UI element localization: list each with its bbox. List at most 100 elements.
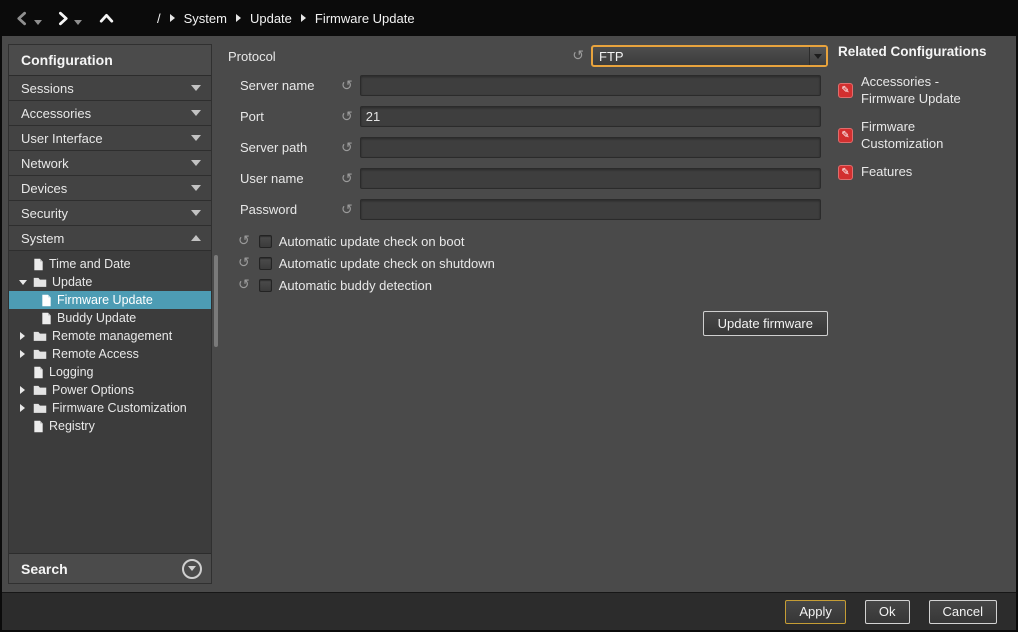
server-path-input[interactable]: [360, 137, 821, 158]
tree-item-logging[interactable]: Logging: [9, 363, 211, 381]
cancel-button[interactable]: Cancel: [929, 600, 997, 624]
field-label: Password: [222, 202, 334, 217]
folder-icon: [33, 384, 47, 396]
field-server-path: Server path ↺: [222, 137, 828, 158]
search-section: Search: [9, 553, 211, 583]
edit-icon: ✎: [838, 165, 853, 180]
checkbox-row-buddy-detection: ↺ Automatic buddy detection: [222, 274, 828, 296]
sidebar-item-accessories[interactable]: Accessories: [9, 101, 211, 126]
chevron-up-icon: [98, 10, 115, 27]
reset-icon[interactable]: ↺: [341, 172, 353, 186]
forward-history-caret-icon[interactable]: [74, 20, 82, 25]
sidebar-item-user-interface[interactable]: User Interface: [9, 126, 211, 151]
tree-item-registry[interactable]: Registry: [9, 417, 211, 435]
sidebar-item-sessions[interactable]: Sessions: [9, 76, 211, 101]
reset-icon[interactable]: ↺: [572, 49, 584, 63]
reset-icon[interactable]: ↺: [238, 234, 250, 248]
field-password: Password ↺: [222, 199, 828, 220]
field-label: User name: [222, 171, 334, 186]
server-name-input[interactable]: [360, 75, 821, 96]
reset-icon[interactable]: ↺: [341, 203, 353, 217]
navigation-bar: / System Update Firmware Update: [0, 0, 1018, 36]
up-button[interactable]: [98, 10, 115, 27]
breadcrumb-firmware-update[interactable]: Firmware Update: [315, 11, 415, 26]
related-link-features[interactable]: ✎ Features: [838, 164, 1012, 181]
sidebar-item-network[interactable]: Network: [9, 151, 211, 176]
tree-item-label: Firmware Update: [57, 293, 153, 307]
tree-item-firmware-customization[interactable]: Firmware Customization: [9, 399, 211, 417]
section-label: Network: [21, 156, 191, 171]
breadcrumb-root[interactable]: /: [157, 11, 161, 26]
breadcrumb-separator-icon: [170, 14, 175, 22]
reset-icon[interactable]: ↺: [341, 110, 353, 124]
ok-button[interactable]: Ok: [865, 600, 910, 624]
sidebar-scrollbar-thumb[interactable]: [214, 255, 218, 347]
tree-item-label: Remote Access: [52, 347, 139, 361]
chevron-down-icon: [188, 566, 196, 571]
breadcrumb-system[interactable]: System: [184, 11, 227, 26]
page-icon: [33, 258, 44, 271]
search-expand-button[interactable]: [182, 559, 202, 579]
protocol-dropdown[interactable]: FTP: [591, 45, 828, 67]
field-user-name: User name ↺: [222, 168, 828, 189]
update-on-shutdown-checkbox[interactable]: [259, 257, 272, 270]
buddy-detection-checkbox[interactable]: [259, 279, 272, 292]
chevron-collapsed-icon[interactable]: [17, 332, 28, 340]
breadcrumb-update[interactable]: Update: [250, 11, 292, 26]
reset-icon[interactable]: ↺: [341, 79, 353, 93]
chevron-collapsed-icon[interactable]: [17, 350, 28, 358]
update-on-boot-checkbox[interactable]: [259, 235, 272, 248]
update-button-row: Update firmware: [222, 311, 828, 336]
protocol-value: FTP: [593, 49, 809, 64]
reset-icon[interactable]: ↺: [238, 256, 250, 270]
breadcrumb: / System Update Firmware Update: [157, 11, 415, 26]
port-input[interactable]: [360, 106, 821, 127]
back-history-caret-icon[interactable]: [34, 20, 42, 25]
folder-open-icon: [33, 276, 47, 288]
chevron-down-icon: [191, 85, 201, 91]
reset-icon[interactable]: ↺: [341, 141, 353, 155]
apply-button[interactable]: Apply: [785, 600, 846, 624]
sidebar-item-devices[interactable]: Devices: [9, 176, 211, 201]
back-button[interactable]: [14, 10, 31, 27]
dropdown-arrow-button: [809, 47, 826, 65]
related-link-label: Firmware Customization: [861, 119, 979, 153]
reset-icon[interactable]: ↺: [238, 278, 250, 292]
update-firmware-button[interactable]: Update firmware: [703, 311, 828, 336]
edit-icon: ✎: [838, 128, 853, 143]
field-label: Server path: [222, 140, 334, 155]
chevron-collapsed-icon[interactable]: [17, 386, 28, 394]
system-tree: Time and Date Update Firmware Update Bud…: [9, 251, 211, 553]
checkbox-label: Automatic buddy detection: [279, 278, 432, 293]
user-name-input[interactable]: [360, 168, 821, 189]
page-icon: [41, 312, 52, 325]
chevron-collapsed-icon[interactable]: [17, 404, 28, 412]
chevron-down-icon: [191, 210, 201, 216]
tree-item-power-options[interactable]: Power Options: [9, 381, 211, 399]
chevron-down-icon: [814, 54, 822, 59]
tree-item-remote-access[interactable]: Remote Access: [9, 345, 211, 363]
tree-item-label: Registry: [49, 419, 95, 433]
related-link-label: Accessories - Firmware Update: [861, 74, 979, 108]
related-configurations-title: Related Configurations: [838, 44, 1012, 59]
sidebar-item-system[interactable]: System: [9, 226, 211, 251]
firmware-update-form: Protocol ↺ FTP Server name ↺ Port ↺ Serv…: [222, 44, 828, 336]
related-configurations-panel: Related Configurations ✎ Accessories - F…: [838, 44, 1012, 191]
tree-item-firmware-update[interactable]: Firmware Update: [9, 291, 211, 309]
related-link-label: Features: [861, 164, 912, 181]
password-input[interactable]: [360, 199, 821, 220]
forward-button[interactable]: [54, 10, 71, 27]
tree-item-label: Firmware Customization: [52, 401, 187, 415]
tree-item-time-and-date[interactable]: Time and Date: [9, 255, 211, 273]
tree-item-buddy-update[interactable]: Buddy Update: [9, 309, 211, 327]
sidebar-item-security[interactable]: Security: [9, 201, 211, 226]
protocol-label: Protocol: [222, 49, 276, 64]
chevron-expanded-icon[interactable]: [17, 280, 28, 285]
tree-item-update[interactable]: Update: [9, 273, 211, 291]
related-link-firmware-customization[interactable]: ✎ Firmware Customization: [838, 119, 1012, 153]
tree-item-label: Update: [52, 275, 92, 289]
related-link-accessories-firmware-update[interactable]: ✎ Accessories - Firmware Update: [838, 74, 1012, 108]
footer-bar: Apply Ok Cancel: [2, 592, 1016, 630]
tree-item-remote-management[interactable]: Remote management: [9, 327, 211, 345]
checkbox-row-update-on-shutdown: ↺ Automatic update check on shutdown: [222, 252, 828, 274]
